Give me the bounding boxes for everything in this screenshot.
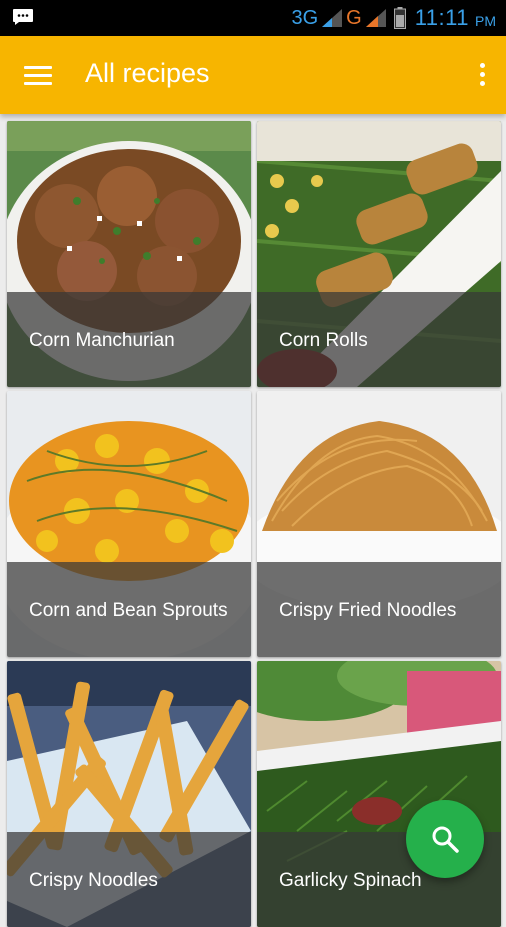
- menu-button[interactable]: [16, 55, 56, 95]
- search-fab[interactable]: [406, 800, 484, 878]
- network-type-label-2: G: [346, 7, 362, 29]
- search-icon: [432, 826, 459, 853]
- app-bar: All recipes: [0, 36, 506, 114]
- recipe-caption: Crispy Fried Noodles: [257, 562, 501, 657]
- recipe-card[interactable]: Crispy Noodles: [7, 661, 251, 927]
- recipe-name: Crispy Fried Noodles: [279, 600, 457, 621]
- message-icon: [13, 9, 33, 25]
- recipe-card[interactable]: Corn Manchurian: [7, 121, 251, 387]
- battery-icon: [393, 7, 406, 29]
- recipe-card[interactable]: Corn Rolls: [257, 121, 501, 387]
- recipe-card[interactable]: Garlicky Spinach: [257, 661, 501, 927]
- recipe-name: Corn Rolls: [279, 330, 368, 351]
- recipe-caption: Corn and Bean Sprouts: [7, 562, 251, 657]
- recipe-caption: Corn Rolls: [257, 292, 501, 387]
- recipe-caption: Corn Manchurian: [7, 292, 251, 387]
- page-title: All recipes: [85, 58, 210, 88]
- recipe-card[interactable]: Crispy Fried Noodles: [257, 391, 501, 657]
- recipe-name: Corn and Bean Sprouts: [29, 600, 228, 621]
- recipe-name: Garlicky Spinach: [279, 870, 422, 891]
- overflow-menu-button[interactable]: [470, 55, 494, 95]
- clock-ampm: PM: [475, 13, 496, 29]
- recipe-grid: Corn Manchurian Corn Rolls Corn and Bean…: [0, 114, 506, 927]
- status-bar: 3G G 11:11 PM: [0, 0, 506, 36]
- recipe-caption: Crispy Noodles: [7, 832, 251, 927]
- recipe-card[interactable]: Corn and Bean Sprouts: [7, 391, 251, 657]
- recipe-name: Corn Manchurian: [29, 330, 175, 351]
- clock-time: 11:11: [414, 5, 469, 30]
- recipe-name: Crispy Noodles: [29, 870, 158, 891]
- signal-icon-2: [365, 9, 386, 27]
- network-type-label: 3G: [291, 7, 319, 29]
- signal-icon: [322, 9, 343, 27]
